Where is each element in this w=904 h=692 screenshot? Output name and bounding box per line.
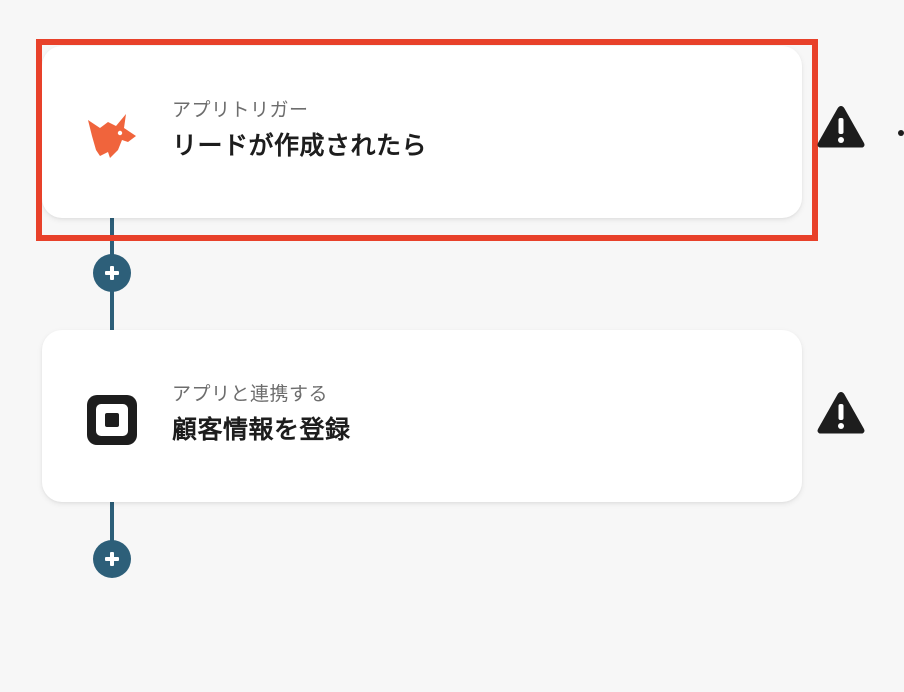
step-subtitle: アプリトリガー xyxy=(172,99,309,121)
step-title: 顧客情報を登録 xyxy=(172,415,351,444)
flow-step-action-card[interactable]: アプリと連携する 顧客情報を登録 xyxy=(42,330,802,502)
warning-icon[interactable] xyxy=(816,390,866,436)
warning-icon[interactable] xyxy=(816,104,866,150)
step-subtitle: アプリと連携する xyxy=(172,383,329,405)
flow-canvas: アプリトリガー リードが作成されたら アプリと連携する 顧客情報を登録 xyxy=(0,0,904,692)
step-title: リードが作成されたら xyxy=(172,131,428,160)
square-icon xyxy=(82,390,142,450)
flow-step-trigger-card[interactable]: アプリトリガー リードが作成されたら xyxy=(42,46,802,218)
plus-icon xyxy=(105,266,119,280)
edge-partial-icon xyxy=(898,130,904,136)
fox-icon xyxy=(82,106,142,166)
add-step-button[interactable] xyxy=(93,540,131,578)
add-step-button[interactable] xyxy=(93,254,131,292)
plus-icon xyxy=(105,552,119,566)
